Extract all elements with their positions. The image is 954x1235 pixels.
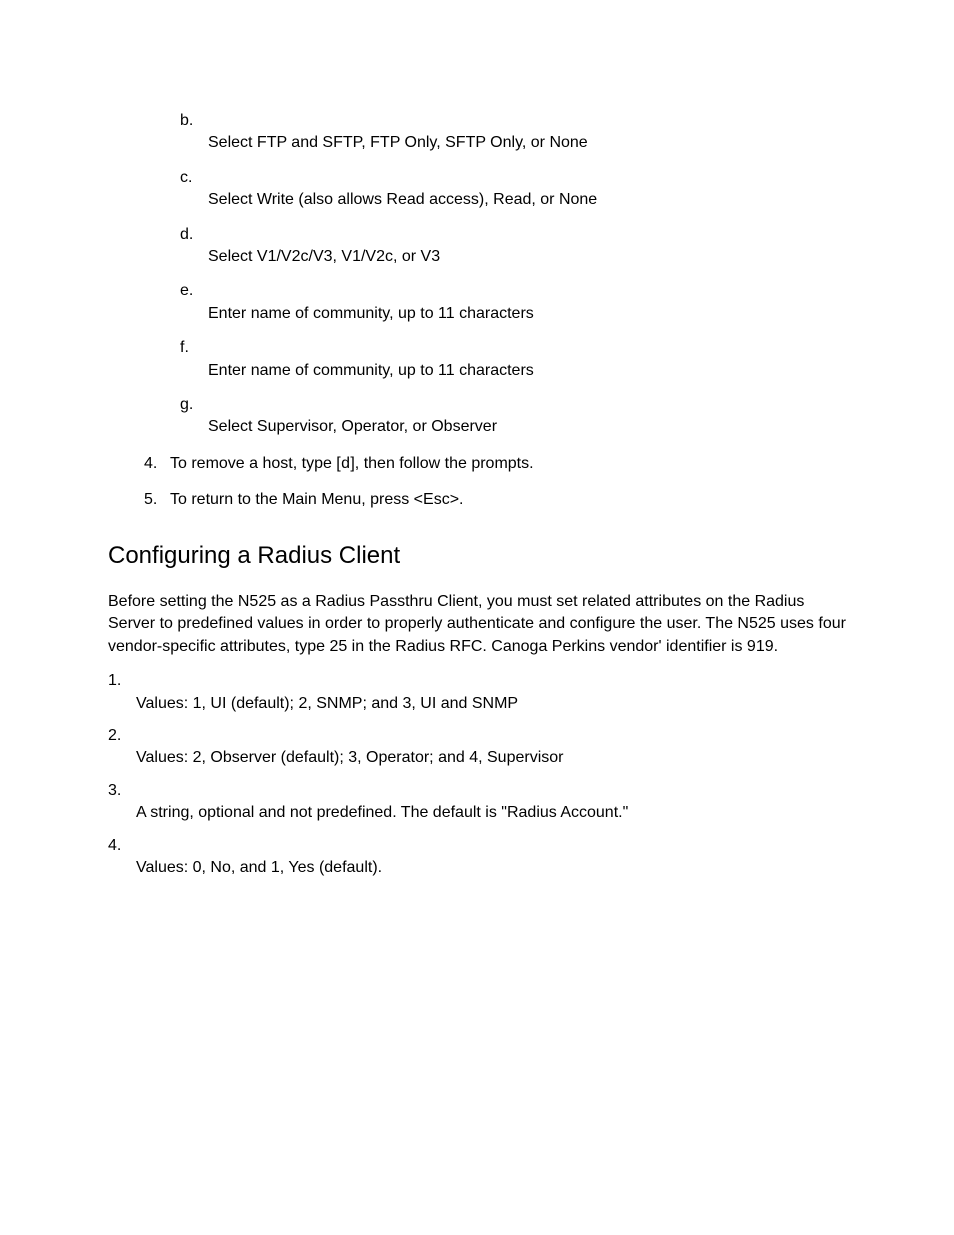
intro-paragraph: Before setting the N525 as a Radius Pass… <box>108 591 846 658</box>
lettered-sub-list: b. Select FTP and SFTP, FTP Only, SFTP O… <box>180 110 846 439</box>
attr-text: A string, optional and not predefined. T… <box>136 802 846 824</box>
text-post: ], then follow the prompts. <box>350 455 533 472</box>
sub-item: c. Select Write (also allows Read access… <box>180 167 846 212</box>
attr-marker: 1. <box>108 670 846 692</box>
attr-item: 3. A string, optional and not predefined… <box>108 780 846 825</box>
sub-text: Select Write (also allows Read access), … <box>208 189 846 211</box>
sub-marker: b. <box>180 110 846 132</box>
attr-marker: 4. <box>108 835 846 857</box>
text-pre: To return to the Main Menu, press <Esc>. <box>170 491 463 508</box>
sub-text: Select V1/V2c/V3, V1/V2c, or V3 <box>208 246 846 268</box>
sub-item: d. Select V1/V2c/V3, V1/V2c, or V3 <box>180 224 846 269</box>
sub-item: b. Select FTP and SFTP, FTP Only, SFTP O… <box>180 110 846 155</box>
sub-marker: c. <box>180 167 846 189</box>
sub-marker: g. <box>180 394 846 416</box>
sub-item: e. Enter name of community, up to 11 cha… <box>180 280 846 325</box>
attr-text: Values: 2, Observer (default); 3, Operat… <box>136 747 846 769</box>
num-item: 5. To return to the Main Menu, press <Es… <box>144 489 846 511</box>
sub-marker: e. <box>180 280 846 302</box>
attr-item: 1. Values: 1, UI (default); 2, SNMP; and… <box>108 670 846 715</box>
attr-text: Values: 1, UI (default); 2, SNMP; and 3,… <box>136 693 846 715</box>
text-pre: To remove a host, type [ <box>170 455 341 472</box>
attr-marker: 3. <box>108 780 846 802</box>
num-marker: 5. <box>144 489 170 511</box>
num-text: To return to the Main Menu, press <Esc>. <box>170 489 463 511</box>
num-text: To remove a host, type [d], then follow … <box>170 453 534 475</box>
sub-marker: d. <box>180 224 846 246</box>
attr-marker: 2. <box>108 725 846 747</box>
text-mono: d <box>341 455 351 473</box>
sub-item: f. Enter name of community, up to 11 cha… <box>180 337 846 382</box>
numbered-list: 4. To remove a host, type [d], then foll… <box>144 453 846 512</box>
sub-text: Select FTP and SFTP, FTP Only, SFTP Only… <box>208 132 846 154</box>
sub-text: Select Supervisor, Operator, or Observer <box>208 416 846 438</box>
sub-item: g. Select Supervisor, Operator, or Obser… <box>180 394 846 439</box>
section-heading: Configuring a Radius Client <box>108 539 846 573</box>
attr-item: 2. Values: 2, Observer (default); 3, Ope… <box>108 725 846 770</box>
attr-item: 4. Values: 0, No, and 1, Yes (default). <box>108 835 846 880</box>
sub-marker: f. <box>180 337 846 359</box>
sub-text: Enter name of community, up to 11 charac… <box>208 360 846 382</box>
num-item: 4. To remove a host, type [d], then foll… <box>144 453 846 475</box>
attr-text: Values: 0, No, and 1, Yes (default). <box>136 857 846 879</box>
sub-text: Enter name of community, up to 11 charac… <box>208 303 846 325</box>
attribute-list: 1. Values: 1, UI (default); 2, SNMP; and… <box>108 670 846 879</box>
num-marker: 4. <box>144 453 170 475</box>
